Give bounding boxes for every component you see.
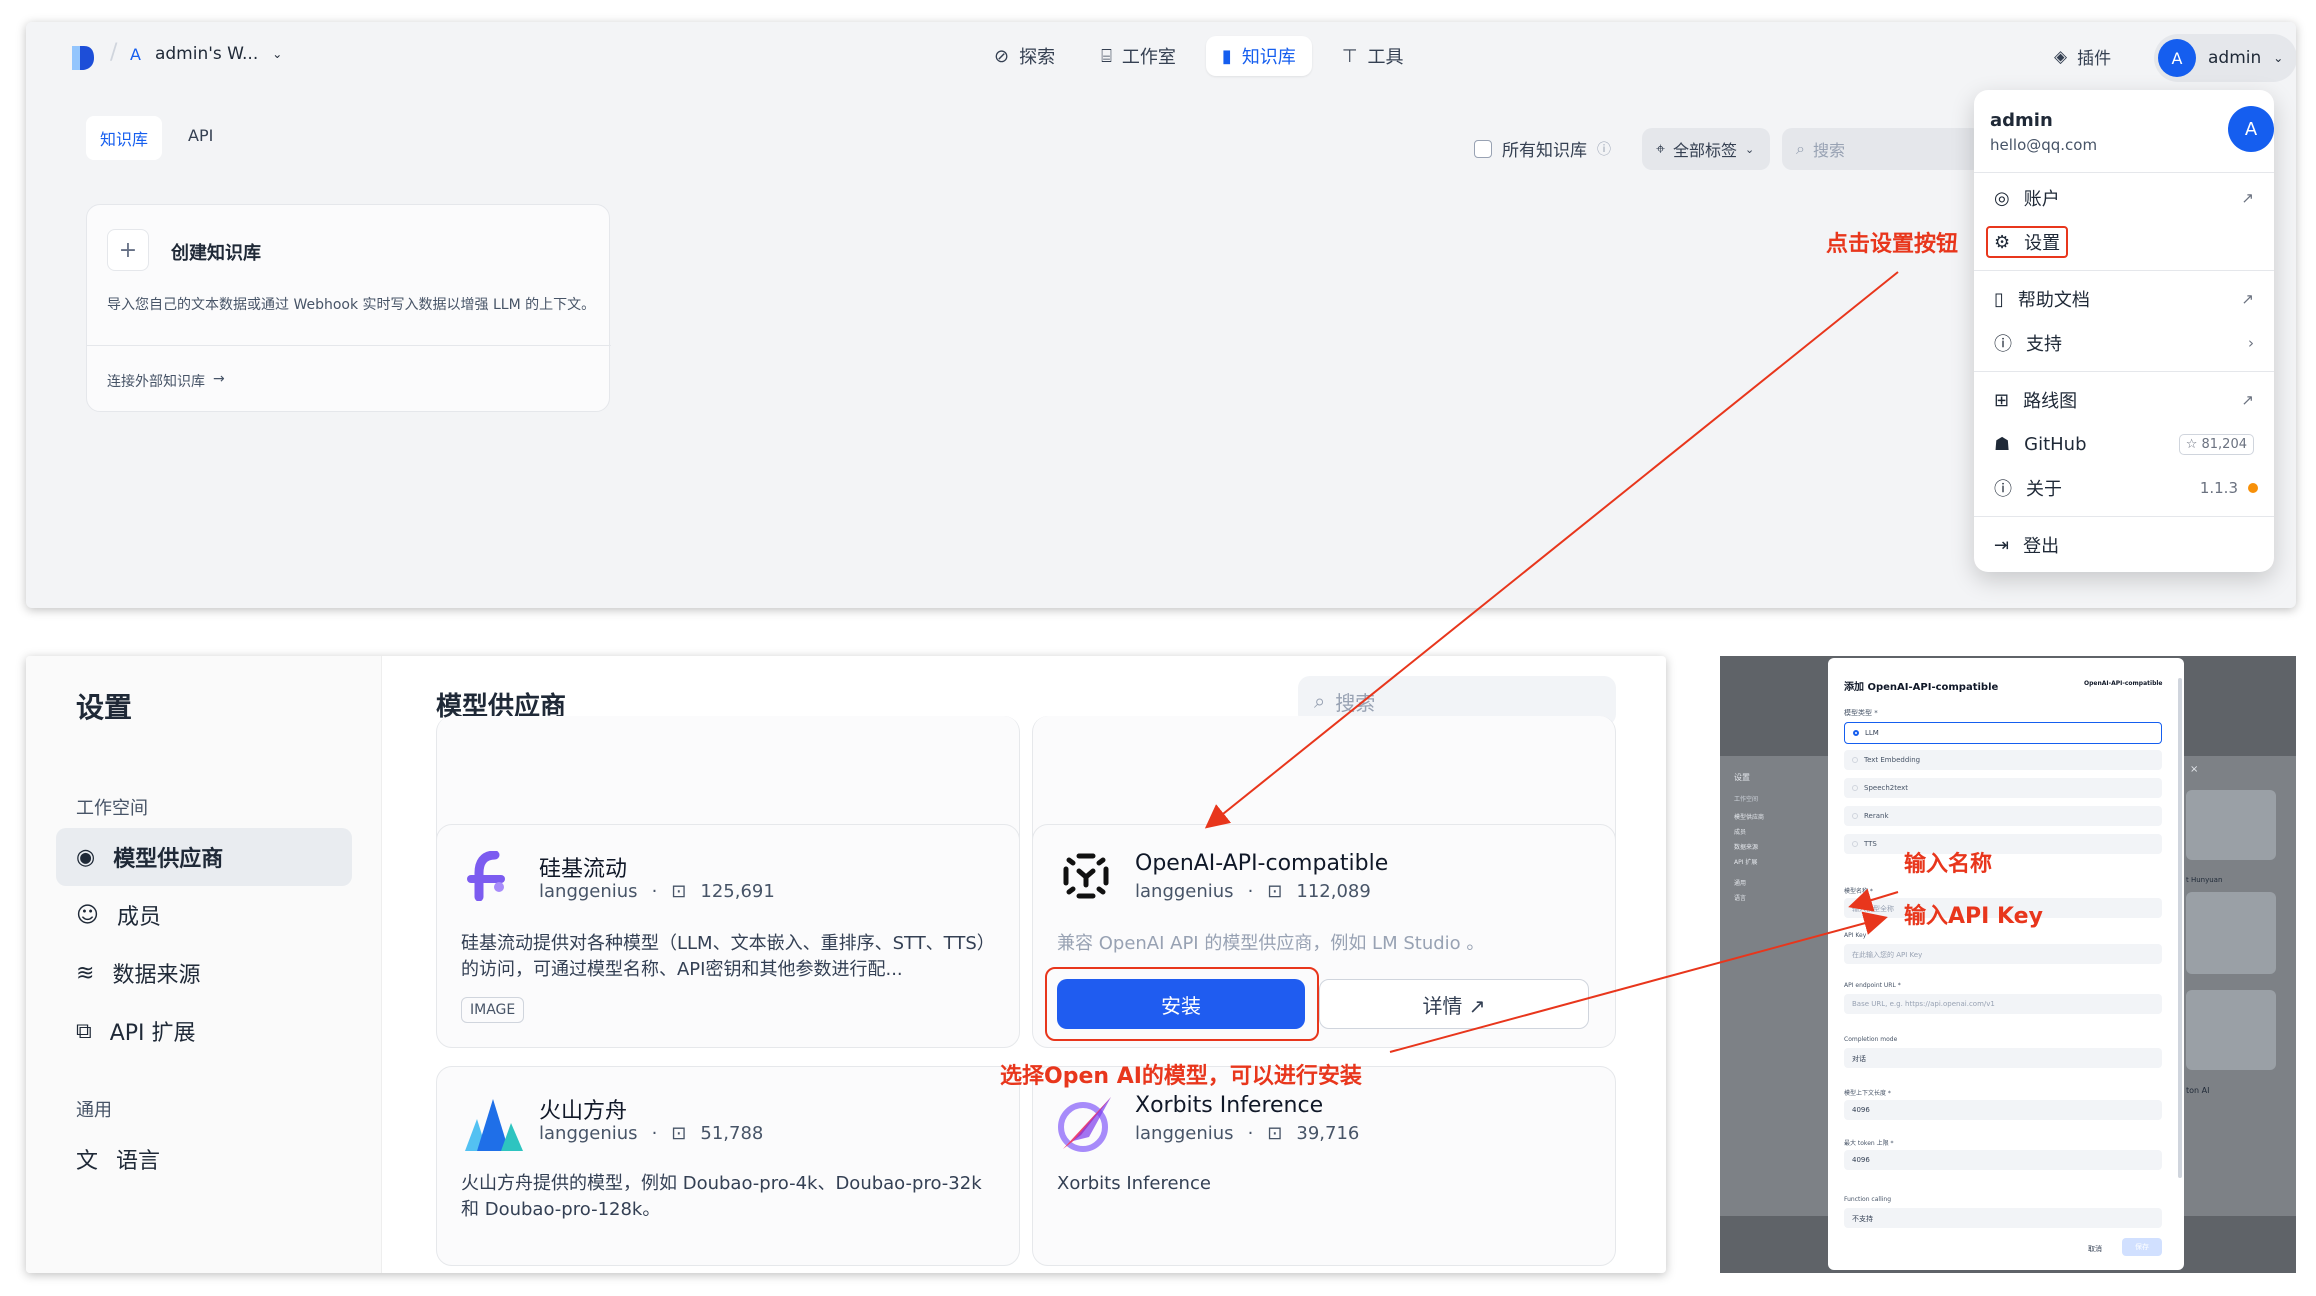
annotation-enter-key: 输入API Key (1904, 904, 2043, 929)
annotation-select-openai: 选择Open AI的模型，可以进行安装 (1000, 1064, 1362, 1089)
annotation-arrows (1204, 271, 1899, 1053)
arrow-to-api-key (1389, 911, 1888, 1053)
annotation-click-settings: 点击设置按钮 (1826, 232, 1959, 257)
annotation-enter-name: 输入名称 (1904, 852, 1993, 877)
arrow-to-model-name (1848, 888, 1899, 912)
arrow-to-provider (1204, 271, 1899, 829)
